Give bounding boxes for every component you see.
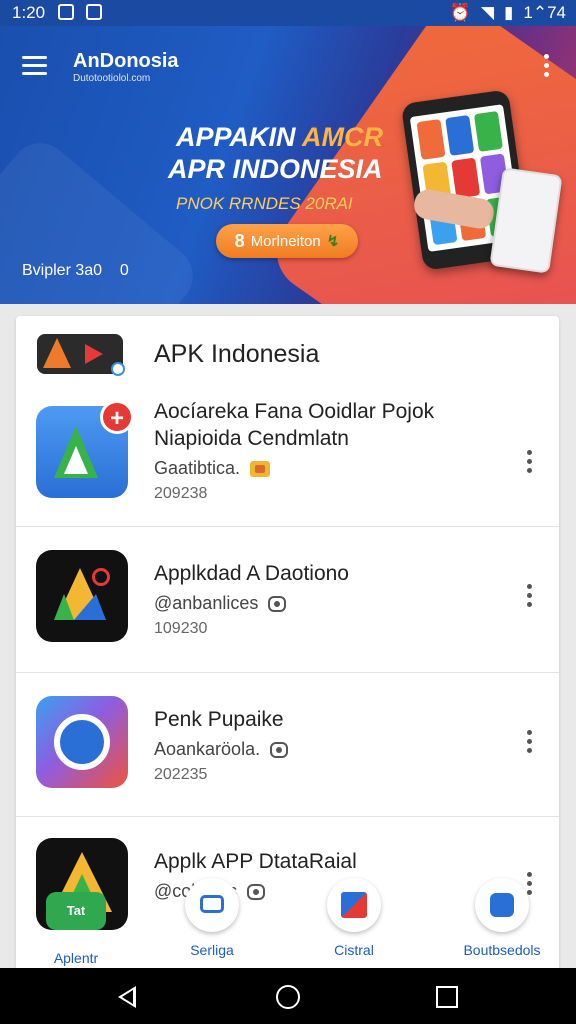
hero-counter: Bvipler 3a0 0 [22, 262, 129, 279]
app-subtitle: Dutotootiolol.com [73, 73, 151, 84]
hero-cta-button[interactable]: 8 Morlneiton ↯ [216, 224, 358, 258]
more-vert-icon[interactable] [527, 584, 533, 611]
circle-app-icon [36, 696, 128, 788]
item-title: Applk APP DtataRaial [154, 850, 357, 873]
hero-banner[interactable]: AnDonosia Dutotootiolol.com APPAKIN AMCR… [0, 26, 576, 304]
camera-badge-icon [268, 595, 287, 612]
drive-plus-app-icon: + [36, 400, 134, 498]
item-title-line1: Aocíareka Fana Ooidlar Pojok [154, 400, 435, 423]
hero-button-tail: ↯ [326, 233, 340, 250]
nav-item-downloads[interactable]: Boutbsedols [442, 878, 562, 958]
app-name: AnDonosia [73, 50, 179, 72]
list-item[interactable]: + Aocíareka Fana Ooidlar Pojok Niapioida… [16, 394, 559, 527]
item-title: Applkdad A Daotiono [154, 562, 349, 585]
item-title: Penk Pupaike [154, 708, 284, 731]
item-subtitle: Gaatibtica. [154, 458, 434, 479]
list-title: APK Indonesia [154, 340, 320, 368]
nav-label: Serliga [190, 942, 234, 958]
status-time: 1:20 [12, 3, 46, 22]
item-title-line2: Niapioida Cendmlatn [154, 427, 349, 450]
item-meta: 202235 [154, 766, 208, 783]
camera-badge-icon [270, 741, 289, 758]
signal-icon: ▮ [504, 3, 514, 22]
nav-label: Cistral [334, 942, 374, 958]
item-subtitle: Aoankaröola. [154, 739, 289, 760]
image-icon [86, 4, 102, 20]
apk-logo-icon [37, 334, 125, 376]
list-header: APK Indonesia [16, 316, 559, 394]
list-item-text: Applkdad A Daotiono @anbanlices 109230 [154, 560, 349, 638]
download-icon [475, 878, 529, 932]
nav-label: Boutbsedols [463, 942, 541, 958]
item-subtitle: @anbanlices [154, 593, 349, 614]
wifi-icon: ◥ [480, 3, 495, 22]
nav-item-serliga[interactable]: Serliga [152, 878, 272, 958]
status-bar: 1:20 ⏰ ◥ ▮ 1⌃74 [0, 0, 576, 26]
more-vert-icon[interactable] [527, 730, 533, 757]
apps-badge-icon: Tat [46, 892, 106, 930]
gold-badge-icon [250, 460, 271, 477]
system-navigation-bar [0, 968, 576, 1024]
item-meta: 209238 [154, 485, 208, 502]
gallery-icon [58, 4, 74, 20]
back-icon[interactable] [118, 986, 136, 1008]
hero-title-line1: APPAKIN AMCR [176, 122, 384, 152]
hamburger-icon[interactable] [22, 56, 47, 76]
hero-subtitle: PNOK RRNDES 20RAI [176, 194, 353, 213]
list-item-text: Penk Pupaike Aoankaröola. 202235 [154, 706, 289, 784]
app-brand: AnDonosia Dutotootiolol.com [73, 50, 179, 84]
drive-app-icon [36, 550, 128, 642]
nav-item-apps[interactable]: Tat Aplentr [16, 878, 136, 966]
plus-badge-icon: + [100, 400, 134, 434]
more-vert-icon[interactable] [544, 54, 550, 81]
hero-title-line2: APR INDONESIA [168, 154, 383, 184]
home-icon[interactable] [276, 985, 300, 1009]
hero-button-label: Morlneiton [250, 232, 321, 250]
briefcase-icon [185, 878, 239, 932]
cube-icon [327, 878, 381, 932]
list-item-text: Aocíareka Fana Ooidlar Pojok Niapioida C… [154, 398, 434, 503]
more-vert-icon[interactable] [527, 450, 533, 477]
nav-item-central[interactable]: Cistral [294, 878, 414, 958]
alarm-icon: ⏰ [449, 3, 471, 22]
bottom-navigation: Tat Aplentr Serliga Cistral Boutbsedols [0, 878, 576, 968]
hero-button-lead: 8 [234, 230, 245, 251]
item-meta: 109230 [154, 620, 208, 637]
status-right-text: 1⌃74 [523, 3, 566, 22]
list-item[interactable]: Applkdad A Daotiono @anbanlices 109230 [16, 526, 559, 673]
recents-icon[interactable] [436, 986, 458, 1008]
list-item[interactable]: Penk Pupaike Aoankaröola. 202235 [16, 672, 559, 817]
nav-label: Aplentr [53, 950, 99, 966]
